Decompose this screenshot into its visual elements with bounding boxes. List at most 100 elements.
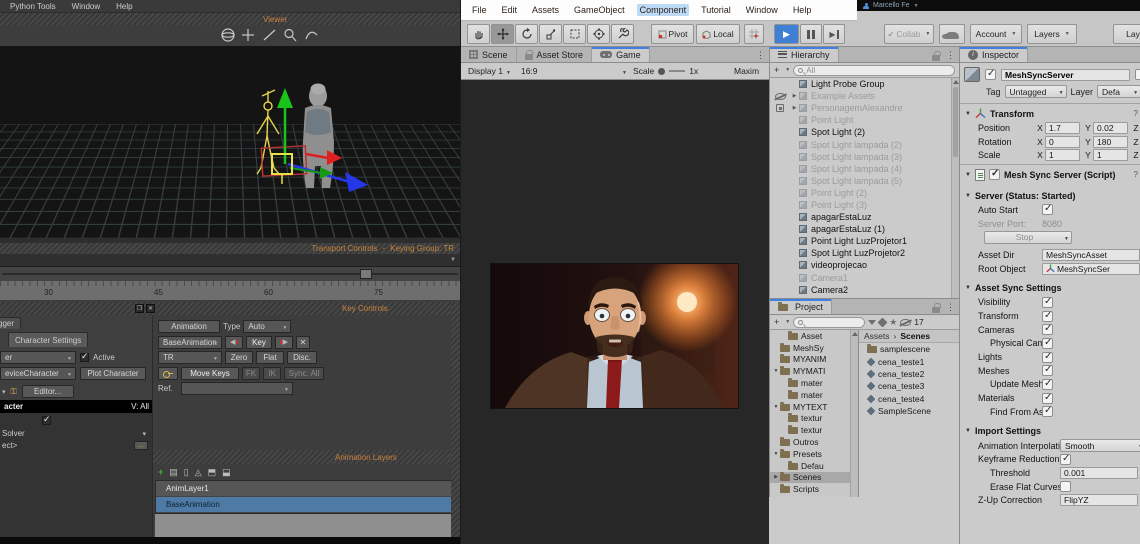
gameobject-icon[interactable] <box>964 67 980 82</box>
menu-item-python-tools[interactable]: Python Tools <box>10 2 56 11</box>
layers-stack-icon[interactable]: ▤ <box>169 467 178 477</box>
project-file-row[interactable]: cena_teste3 <box>859 380 959 392</box>
menu-item-gameobject[interactable]: GameObject <box>571 4 628 16</box>
menu-item-component[interactable]: Component <box>637 4 690 16</box>
scale-slider-knob[interactable] <box>658 68 665 75</box>
delete-layer-icon[interactable]: ▯ <box>184 467 189 477</box>
browse-button[interactable]: ... <box>134 441 148 450</box>
project-folder-row[interactable]: Outros <box>770 436 850 448</box>
zero-key-button[interactable]: Zero <box>225 351 253 364</box>
viewport-3d[interactable] <box>0 46 460 238</box>
project-file-row[interactable]: cena_teste4 <box>859 393 959 405</box>
project-file-row[interactable]: SampleScene <box>859 405 959 417</box>
lock-icon[interactable]: ⚿ <box>11 387 17 397</box>
timeline-ruler[interactable]: 30456075 <box>0 281 460 300</box>
range-dropdown-icon[interactable]: ▼ <box>450 257 456 263</box>
auto-start-checkbox[interactable] <box>1042 204 1053 215</box>
breadcrumb-root[interactable]: Assets <box>864 331 890 341</box>
hidden-count-icon[interactable] <box>900 319 911 326</box>
hierarchy-item[interactable]: Spot Light lampada (5) <box>770 175 952 187</box>
menu-item-help[interactable]: Help <box>116 2 132 11</box>
plot-character-button[interactable]: Plot Character <box>80 367 146 380</box>
static-checkbox[interactable] <box>1135 69 1140 80</box>
menu-item-window[interactable]: Window <box>743 4 781 16</box>
axis-x-field[interactable]: 0 <box>1045 136 1080 148</box>
key-type-dropdown[interactable]: Auto <box>243 320 291 333</box>
animation-layer-dropdown[interactable]: BaseAnimation <box>158 336 222 349</box>
checkbox[interactable] <box>1042 365 1053 376</box>
cloud-button[interactable] <box>939 24 965 44</box>
hierarchy-item[interactable]: Spot Light (2) <box>770 126 952 138</box>
help-icon[interactable]: ? <box>1134 170 1138 179</box>
hierarchy-item[interactable]: ▶PersonagemAlexandre <box>770 102 952 114</box>
layout-dropdown[interactable]: Lay <box>1113 24 1140 44</box>
visibility-off-icon[interactable] <box>775 93 786 100</box>
pause-button[interactable] <box>800 24 822 44</box>
hierarchy-item[interactable]: Point Light (3) <box>770 199 952 211</box>
project-folder-row[interactable]: mater <box>770 389 850 401</box>
slider-handle[interactable] <box>360 269 372 279</box>
checkbox[interactable] <box>1060 481 1071 492</box>
hierarchy-item[interactable]: Spot Light lampada (3) <box>770 151 952 163</box>
checkbox[interactable] <box>1042 297 1053 308</box>
menu-item-assets[interactable]: Assets <box>529 4 562 16</box>
search-by-type-icon[interactable] <box>868 320 876 325</box>
flat-key-button[interactable]: Flat <box>256 351 284 364</box>
panel-menu-icon[interactable]: ⋮ <box>756 50 765 61</box>
create-button[interactable]: + <box>774 317 779 327</box>
layer-dropdown[interactable]: Defa <box>1097 85 1140 98</box>
project-search-input[interactable] <box>793 317 865 328</box>
filter-layer-icon[interactable]: ◬ <box>195 467 202 477</box>
menu-item-help[interactable]: Help <box>790 4 815 16</box>
tab-inspector[interactable]: Inspector <box>960 47 1028 62</box>
unity-titlebar-account[interactable]: Marcello Fe ▼ <box>857 0 1140 11</box>
project-folder-row[interactable]: mater <box>770 377 850 389</box>
checkbox[interactable] <box>1042 393 1053 404</box>
menu-item-file[interactable]: File <box>469 4 490 16</box>
project-folder-row[interactable]: textur <box>770 413 850 425</box>
transform-tool-button[interactable] <box>587 24 610 44</box>
checkbox[interactable] <box>1042 338 1053 349</box>
slider-track[interactable] <box>2 273 458 275</box>
foldout-icon[interactable]: ▼ <box>965 111 971 117</box>
project-folder-row[interactable]: textur <box>770 424 850 436</box>
import-settings-header[interactable]: ▼ Import Settings <box>960 424 1140 439</box>
expand-arrow-icon[interactable]: ▶ <box>772 474 780 480</box>
custom-tool-button[interactable] <box>611 24 634 44</box>
layers-dropdown[interactable]: Layers▼ <box>1027 24 1077 44</box>
project-folder-row[interactable]: ▼MYTEXT <box>770 401 850 413</box>
hierarchy-item[interactable]: Camera2 <box>770 284 952 296</box>
axis-y-field[interactable]: 180 <box>1093 136 1128 148</box>
lock-panel-icon[interactable] <box>932 307 940 313</box>
hierarchy-item[interactable]: Spot Light lampada (2) <box>770 138 952 150</box>
move-keys-button[interactable]: Move Keys <box>181 367 239 380</box>
asset-sync-section-header[interactable]: ▼ Asset Sync Settings <box>960 281 1140 296</box>
sync-all-button[interactable]: Sync. All <box>284 367 324 380</box>
rotate-tool-button[interactable] <box>515 24 538 44</box>
rect-tool-button[interactable] <box>563 24 586 44</box>
stop-button[interactable]: Stop <box>984 231 1072 244</box>
panel-menu-icon[interactable]: ⋮ <box>946 302 955 313</box>
breadcrumb-current[interactable]: Scenes <box>900 331 930 341</box>
panel-menu-icon[interactable]: ⋮ <box>946 50 955 61</box>
hierarchy-search-input[interactable]: All <box>793 65 955 76</box>
tab-asset-store[interactable]: Asset Store <box>517 47 593 62</box>
tab-hierarchy[interactable]: Hierarchy <box>770 47 839 62</box>
favorites-icon[interactable]: ★ <box>889 318 897 327</box>
animation-layer-row[interactable]: BaseAnimation <box>156 497 457 513</box>
tab-game[interactable]: Game <box>592 47 650 62</box>
fk-button[interactable]: FK <box>242 367 260 380</box>
next-key-button[interactable]: ▶ <box>275 336 293 349</box>
account-dropdown[interactable]: Account▼ <box>970 24 1022 44</box>
menu-item-edit[interactable]: Edit <box>499 4 521 16</box>
character-source-dropdown[interactable]: er <box>0 351 76 364</box>
key-mode-button[interactable] <box>158 367 178 380</box>
hierarchy-item[interactable]: Camera1 <box>770 272 952 284</box>
interpolation-dropdown[interactable]: Smooth <box>1060 439 1140 452</box>
axis-y-field[interactable]: 0.02 <box>1093 122 1128 134</box>
duplicate-layer-icon[interactable]: ⬓ <box>222 467 231 477</box>
delete-key-button[interactable]: ✕ <box>296 336 310 349</box>
expand-arrow-icon[interactable]: ▶ <box>790 105 799 111</box>
help-icon[interactable]: ? <box>1134 109 1138 118</box>
axis-x-field[interactable]: 1.7 <box>1045 122 1080 134</box>
